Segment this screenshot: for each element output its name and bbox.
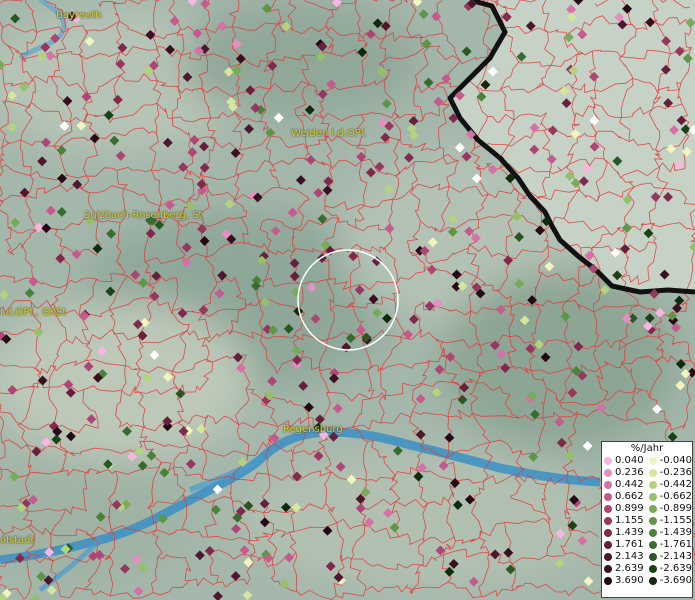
legend-value: -1.439	[659, 527, 692, 538]
legend-value: -2.143	[659, 551, 692, 562]
legend-row: 1.439 -1.439	[602, 527, 692, 539]
city-label: Bayreuth	[56, 10, 102, 21]
legend-value: -0.442	[659, 479, 692, 490]
legend-entry: -2.143	[647, 551, 692, 563]
map-view[interactable]: Bayreuth Weiden i.d.OPf. Sulzbach-Rosenber…	[0, 0, 695, 600]
legend-swatch-icon	[604, 457, 612, 465]
legend-swatch-icon	[604, 541, 612, 549]
legend-swatch-icon	[648, 469, 657, 477]
legend-entry: -1.761	[647, 539, 692, 551]
legend-swatch-icon	[604, 565, 612, 573]
legend-swatch-icon	[604, 553, 612, 561]
legend-swatch-icon	[604, 493, 612, 501]
legend-value: -0.236	[659, 467, 692, 478]
legend-entry: 1.761	[602, 539, 647, 551]
city-label: Sulzbach-Rosenberg, St	[84, 210, 203, 221]
legend-entry: -0.040	[647, 455, 692, 467]
legend-value: 0.662	[615, 491, 644, 502]
city-label: Regensburg	[283, 424, 343, 435]
legend-swatch-icon	[648, 493, 657, 501]
legend-entry: 2.143	[602, 551, 647, 563]
legend-row: 1.155 -1.155	[602, 515, 692, 527]
legend-row: 0.899 -0.899	[602, 503, 692, 515]
legend-value: 1.761	[615, 539, 644, 550]
legend-value: -1.761	[659, 539, 692, 550]
legend-swatch-icon	[648, 553, 657, 561]
legend-entry: -1.155	[647, 515, 692, 527]
legend-entry: 1.155	[602, 515, 647, 527]
legend-swatch-icon	[604, 469, 612, 477]
legend-swatch-icon	[648, 517, 657, 525]
legend-swatch-icon	[648, 541, 657, 549]
legend-value: -2.639	[659, 563, 692, 574]
legend-swatch-icon	[604, 517, 612, 525]
legend-entry: -0.662	[647, 491, 692, 503]
legend-swatch-icon	[648, 505, 657, 513]
legend-entry: -0.442	[647, 479, 692, 491]
legend-row: 3.690 -3.690	[602, 575, 692, 587]
legend-entry: 0.442	[602, 479, 647, 491]
city-label: i.d.OPf., GKSt	[0, 307, 67, 318]
city-label: olstadt	[0, 535, 35, 546]
legend-value: -1.155	[659, 515, 692, 526]
legend-row: 2.143 -2.143	[602, 551, 692, 563]
legend-entry: 0.662	[602, 491, 647, 503]
city-label: Weiden i.d.OPf.	[291, 128, 367, 139]
legend-swatch-icon	[648, 481, 657, 489]
legend-value: 0.442	[615, 479, 644, 490]
legend-rows: 0.040 -0.040 0.236 -0.236 0.442 -0.442 0.662 -0…	[602, 455, 692, 587]
legend-entry: -0.236	[647, 467, 692, 479]
legend-entry: 1.439	[602, 527, 647, 539]
legend-value: 1.439	[615, 527, 644, 538]
legend-swatch-icon	[604, 529, 612, 537]
map-canvas	[0, 0, 695, 600]
legend-title: %/Jahr	[630, 443, 664, 454]
legend-swatch-icon	[604, 505, 612, 513]
legend-entry: -2.639	[647, 563, 692, 575]
legend-swatch-icon	[604, 577, 612, 585]
legend-value: 0.236	[615, 467, 644, 478]
legend-row: 0.236 -0.236	[602, 467, 692, 479]
legend-value: 0.899	[615, 503, 644, 514]
legend-row: 0.442 -0.442	[602, 479, 692, 491]
legend-entry: 0.899	[602, 503, 647, 515]
legend-row: 1.761 -1.761	[602, 539, 692, 551]
legend-entry: -0.899	[647, 503, 692, 515]
legend-value: -0.662	[659, 491, 692, 502]
legend-swatch-icon	[648, 529, 657, 537]
legend-entry: 2.639	[602, 563, 647, 575]
legend-value: -3.690	[659, 575, 692, 586]
legend-entry: 0.040	[602, 455, 647, 467]
legend-value: 2.143	[615, 551, 644, 562]
map-legend: %/Jahr 0.040 -0.040 0.236 -0.236 0.442 -0.442…	[601, 441, 693, 598]
legend-value: -0.899	[659, 503, 692, 514]
legend-value: 3.690	[615, 575, 644, 586]
legend-entry: -3.690	[647, 575, 692, 587]
legend-row: 0.040 -0.040	[602, 455, 692, 467]
legend-swatch-icon	[648, 577, 657, 585]
legend-value: 2.639	[615, 563, 644, 574]
legend-value: -0.040	[659, 455, 692, 466]
legend-entry: 0.236	[602, 467, 647, 479]
legend-swatch-icon	[648, 565, 657, 573]
legend-swatch-icon	[648, 457, 657, 465]
legend-swatch-icon	[604, 481, 612, 489]
legend-entry: -1.439	[647, 527, 692, 539]
legend-value: 1.155	[615, 515, 644, 526]
legend-value: 0.040	[615, 455, 644, 466]
legend-row: 2.639 -2.639	[602, 563, 692, 575]
legend-row: 0.662 -0.662	[602, 491, 692, 503]
legend-entry: 3.690	[602, 575, 647, 587]
